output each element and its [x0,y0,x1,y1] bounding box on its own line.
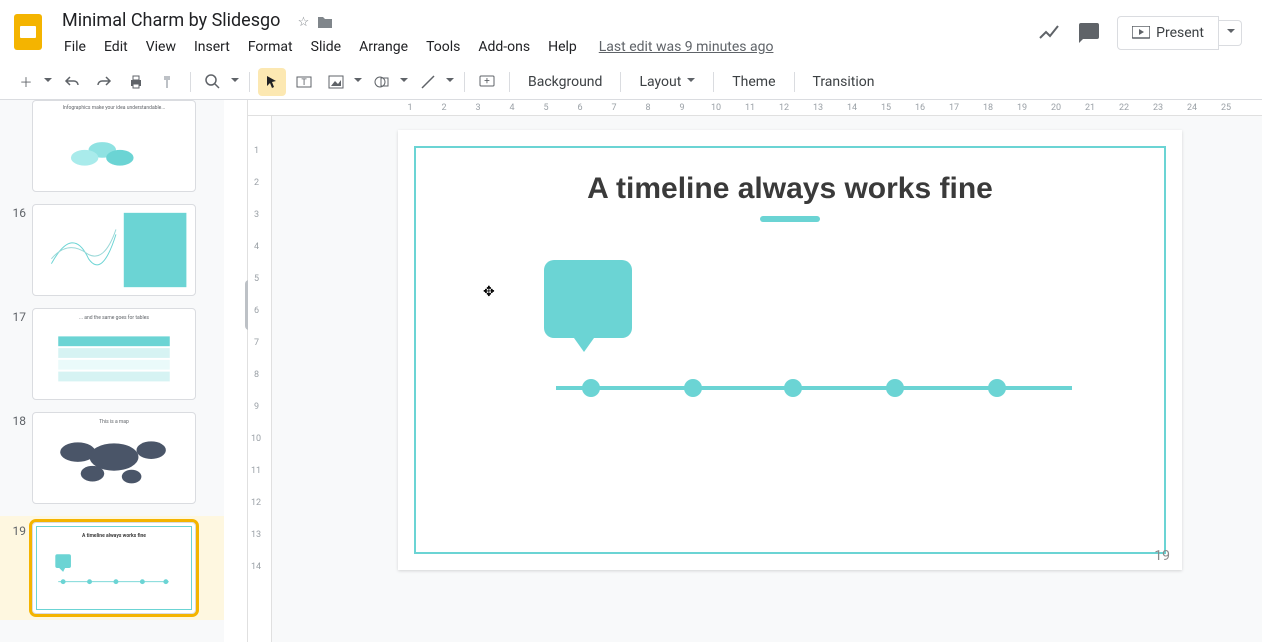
thumb-19[interactable]: 19 A timeline always works fine [0,516,224,620]
title-area: Minimal Charm by Slidesgo ☆ File Edit Vi… [56,8,1037,59]
canvas-area[interactable]: 1234567891011121314151617181920212223242… [248,100,1262,642]
menu-insert[interactable]: Insert [186,35,238,59]
slide-border [414,146,1166,554]
ruler-horizontal: 1234567891011121314151617181920212223242… [248,100,1262,116]
comments-icon[interactable] [1077,21,1101,45]
image-dropdown[interactable] [350,68,364,96]
menu-tools[interactable]: Tools [418,35,468,59]
menu-addons[interactable]: Add-ons [470,35,538,59]
timeline-dot-3[interactable] [784,379,802,397]
theme-button[interactable]: Theme [722,70,785,94]
filmstrip[interactable]: Infographics make your idea understandab… [0,100,224,642]
toolbar: ＋ T + Background Layout Theme Transition [0,64,1262,100]
separator [190,72,191,92]
menu-edit[interactable]: Edit [96,35,136,59]
thumb-16[interactable]: 16 [8,204,216,296]
doc-title[interactable]: Minimal Charm by Slidesgo [56,8,286,33]
redo-button[interactable] [90,68,118,96]
timeline-dot-5[interactable] [988,379,1006,397]
present-button-group: Present [1117,16,1242,50]
callout-shape[interactable] [544,260,632,338]
background-button[interactable]: Background [518,70,612,94]
zoom-dropdown[interactable] [227,68,241,96]
slide-title[interactable]: A timeline always works fine [398,172,1182,206]
paint-format-button[interactable] [154,68,182,96]
timeline-line[interactable] [556,386,1072,390]
line-tool[interactable] [414,68,442,96]
last-edit-link[interactable]: Last edit was 9 minutes ago [599,35,774,59]
select-tool[interactable] [258,68,286,96]
separator [509,72,510,92]
separator [249,72,250,92]
undo-button[interactable] [58,68,86,96]
zoom-button[interactable] [199,68,227,96]
present-dropdown[interactable] [1219,20,1242,46]
ruler-vertical-inner: 1 2 3 4 5 6 7 8 9 10 11 12 13 14 [248,116,272,642]
star-icon[interactable]: ☆ [298,15,310,33]
shape-tool[interactable] [368,68,396,96]
timeline-dot-2[interactable] [684,379,702,397]
move-cursor-icon: ✥ [483,284,495,300]
thumb-15[interactable]: Infographics make your idea understandab… [8,100,216,192]
print-button[interactable] [122,68,150,96]
thumb-18[interactable]: 18 This is a map [8,412,216,504]
thumb-17[interactable]: 17 ... and the same goes for tables [8,308,216,400]
header-actions: Present [1037,16,1250,50]
image-tool[interactable] [322,68,350,96]
svg-text:T: T [301,78,307,88]
menu-file[interactable]: File [56,35,94,59]
line-dropdown[interactable] [442,68,456,96]
slide-title-underline [760,216,820,222]
ruler-vertical [224,100,248,642]
menu-arrange[interactable]: Arrange [351,35,416,59]
textbox-tool[interactable]: T [290,68,318,96]
menu-slide[interactable]: Slide [303,35,349,59]
new-slide-dropdown[interactable] [40,68,54,96]
separator [794,72,795,92]
shape-dropdown[interactable] [396,68,410,96]
workspace: Infographics make your idea understandab… [0,100,1262,642]
add-comment-button[interactable]: + [473,68,501,96]
menu-view[interactable]: View [138,35,184,59]
timeline-dot-1[interactable] [582,379,600,397]
slide-canvas[interactable]: A timeline always works fine ✥ 19 [398,130,1182,570]
present-button[interactable]: Present [1117,16,1219,50]
new-slide-button[interactable]: ＋ [12,68,40,96]
layout-button[interactable]: Layout [629,70,705,94]
svg-text:+: + [484,76,490,87]
separator [464,72,465,92]
menubar: File Edit View Insert Format Slide Arran… [56,35,1037,59]
present-label: Present [1156,25,1204,41]
layout-label: Layout [639,74,681,90]
timeline-dot-4[interactable] [886,379,904,397]
present-icon [1132,26,1150,40]
transition-button[interactable]: Transition [803,70,885,94]
separator [620,72,621,92]
slide-number: 19 [1154,548,1170,564]
slides-logo[interactable] [8,12,48,52]
menu-format[interactable]: Format [240,35,301,59]
app-header: Minimal Charm by Slidesgo ☆ File Edit Vi… [0,0,1262,64]
separator [713,72,714,92]
folder-icon[interactable] [317,15,333,33]
menu-help[interactable]: Help [540,35,585,59]
activity-icon[interactable] [1037,21,1061,45]
